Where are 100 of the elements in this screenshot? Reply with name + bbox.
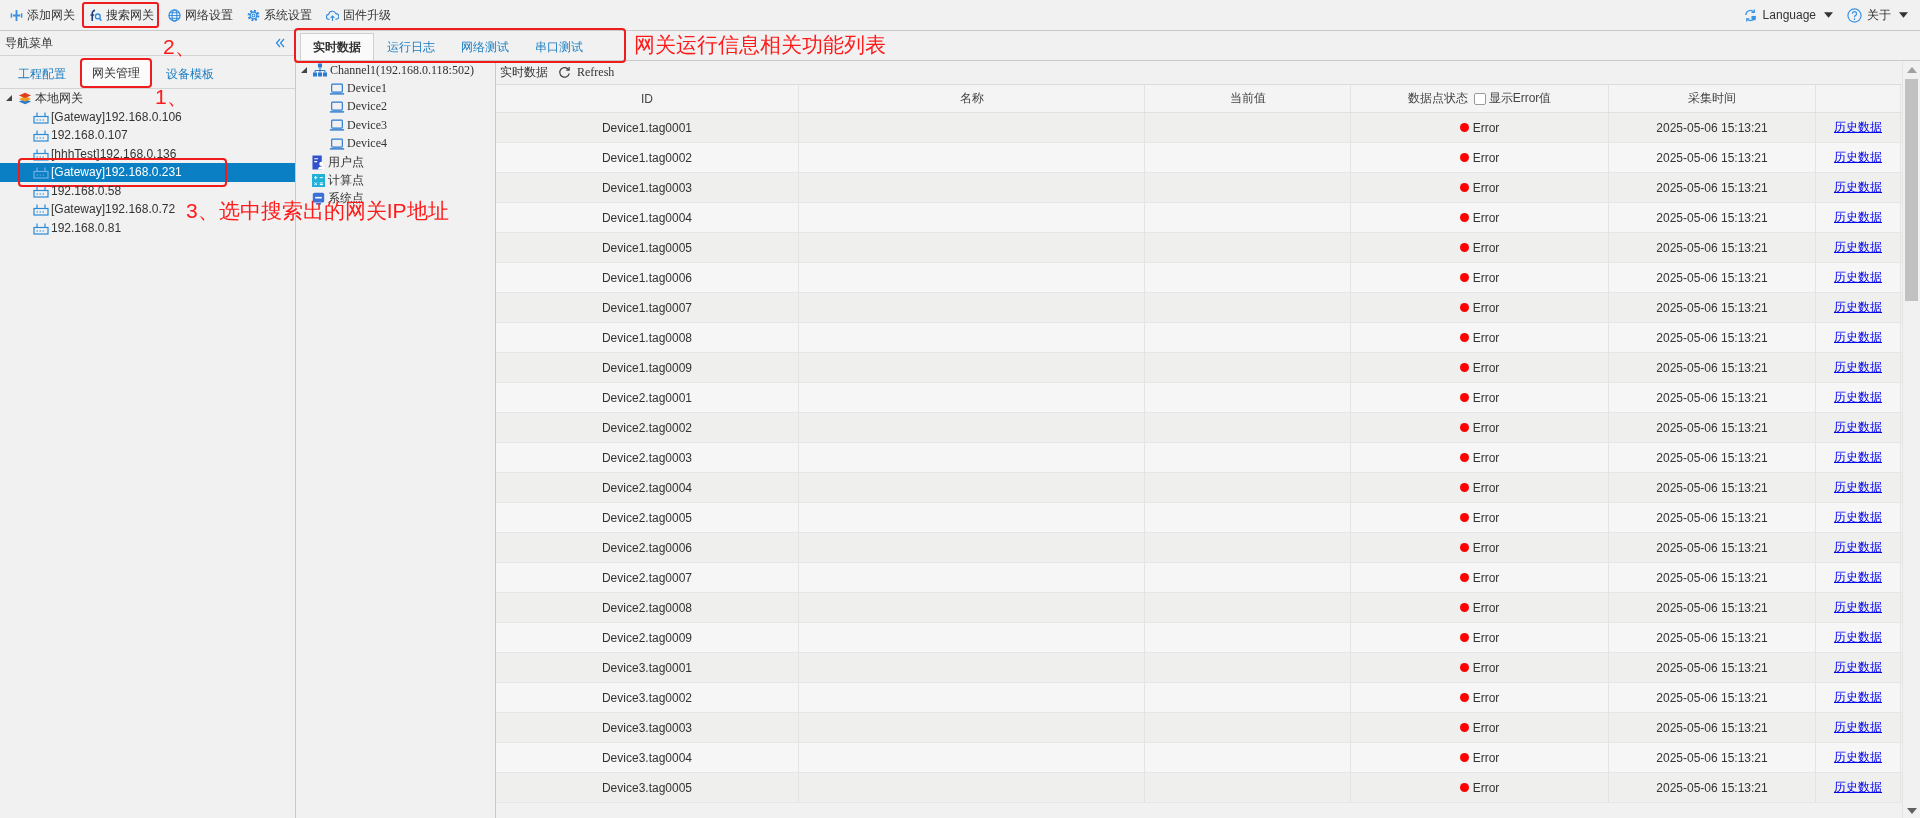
tab[interactable]: 网络测试 — [448, 33, 522, 60]
scroll-up-icon[interactable] — [1906, 67, 1917, 73]
toolbar-button[interactable]: 网络设置 — [161, 2, 238, 28]
history-link[interactable]: 历史数据 — [1834, 239, 1882, 256]
history-link[interactable]: 历史数据 — [1834, 479, 1882, 496]
table-cell: 2025-05-06 15:13:21 — [1609, 713, 1816, 742]
table-cell: 2025-05-06 15:13:21 — [1609, 473, 1816, 502]
toolbar-button[interactable]: 固件升级 — [319, 2, 396, 28]
tree-item[interactable]: 192.168.0.58 — [0, 181, 126, 200]
table-cell: 2025-05-06 15:13:21 — [1609, 233, 1816, 262]
history-link[interactable]: 历史数据 — [1834, 599, 1882, 616]
tree-item[interactable]: [Gateway]192.168.0.72 — [0, 200, 180, 219]
tree-item[interactable]: Device1 — [296, 79, 391, 98]
history-link[interactable]: 历史数据 — [1834, 509, 1882, 526]
table-cell: 2025-05-06 15:13:21 — [1609, 113, 1816, 142]
history-link[interactable]: 历史数据 — [1834, 149, 1882, 166]
tab[interactable]: 串口测试 — [522, 33, 596, 60]
menu-button[interactable]: 关于 — [1841, 3, 1914, 27]
history-link[interactable]: 历史数据 — [1834, 449, 1882, 466]
history-link[interactable]: 历史数据 — [1834, 389, 1882, 406]
toolbar-button[interactable]: 搜索网关 — [82, 2, 159, 28]
table-cell: 2025-05-06 15:13:21 — [1609, 323, 1816, 352]
collapse-icon[interactable] — [275, 38, 285, 48]
history-link[interactable]: 历史数据 — [1834, 779, 1882, 796]
tab[interactable]: 工程配置 — [6, 58, 78, 88]
refresh-button[interactable]: Refresh — [556, 65, 617, 80]
caret-down-icon — [1824, 12, 1833, 18]
tree-item[interactable]: Device3 — [296, 116, 391, 135]
table-cell: Device1.tag0003 — [496, 173, 799, 202]
tree-item[interactable]: 计算点 — [296, 171, 368, 190]
status-text: Error — [1472, 750, 1500, 765]
history-link[interactable]: 历史数据 — [1834, 539, 1882, 556]
history-link[interactable]: 历史数据 — [1834, 419, 1882, 436]
caret-down-icon — [1899, 12, 1908, 18]
table-cell: Device1.tag0009 — [496, 353, 799, 382]
history-link[interactable]: 历史数据 — [1834, 329, 1882, 346]
expand-icon[interactable] — [301, 67, 307, 74]
toolbar-button[interactable]: 系统设置 — [240, 2, 317, 28]
column-header: 当前值 — [1229, 90, 1266, 107]
history-link[interactable]: 历史数据 — [1834, 299, 1882, 316]
table-cell: 2025-05-06 15:13:21 — [1609, 593, 1816, 622]
status-text: Error — [1472, 300, 1500, 315]
history-link[interactable]: 历史数据 — [1834, 749, 1882, 766]
history-link[interactable]: 历史数据 — [1834, 659, 1882, 676]
annotation-text: 1、 — [155, 86, 188, 107]
table-cell: Device2.tag0006 — [496, 533, 799, 562]
tree-item[interactable]: [Gateway]192.168.0.231 — [0, 163, 295, 182]
table-cell: 2025-05-06 15:13:21 — [1609, 143, 1816, 172]
history-link[interactable]: 历史数据 — [1834, 569, 1882, 586]
menu-button[interactable]: Language — [1736, 3, 1839, 27]
column-header: 采集时间 — [1688, 90, 1736, 107]
refresh-icon — [558, 66, 571, 79]
history-link[interactable]: 历史数据 — [1834, 119, 1882, 136]
layers-icon — [17, 91, 33, 106]
scroll-down-icon[interactable] — [1906, 808, 1917, 814]
user-card-icon — [312, 154, 325, 170]
annotation-text: 网关运行信息相关功能列表 — [634, 34, 886, 55]
scrollbar-thumb[interactable] — [1905, 79, 1918, 301]
tab[interactable]: 设备模板 — [154, 58, 226, 88]
table-cell: Device3.tag0001 — [496, 653, 799, 682]
tab[interactable]: 网关管理 — [80, 58, 152, 88]
tab[interactable]: 运行日志 — [374, 33, 448, 60]
tree-item[interactable]: [hhhTest]192.168.0.136 — [0, 144, 181, 163]
help-icon — [1847, 7, 1862, 23]
tree-item[interactable]: 192.168.0.107 — [0, 126, 132, 145]
table-cell: Device1.tag0004 — [496, 203, 799, 232]
table-cell: 2025-05-06 15:13:21 — [1609, 173, 1816, 202]
tree-item[interactable]: [Gateway]192.168.0.106 — [0, 107, 186, 126]
table-cell: 2025-05-06 15:13:21 — [1609, 773, 1816, 802]
history-link[interactable]: 历史数据 — [1834, 689, 1882, 706]
history-link[interactable]: 历史数据 — [1834, 359, 1882, 376]
table-cell: Device2.tag0001 — [496, 383, 799, 412]
laptop-icon — [329, 81, 345, 96]
tree-item[interactable]: 192.168.0.81 — [0, 218, 126, 237]
tree-item[interactable]: 本地网关 — [0, 89, 87, 108]
history-link[interactable]: 历史数据 — [1834, 719, 1882, 736]
tree-item[interactable]: Device2 — [296, 97, 391, 117]
checkbox-label[interactable]: 显示Error值 — [1488, 90, 1552, 107]
table-cell: 2025-05-06 15:13:21 — [1609, 503, 1816, 532]
table-cell: 2025-05-06 15:13:21 — [1609, 353, 1816, 382]
status-text: Error — [1472, 120, 1500, 135]
tree-item[interactable]: 用户点 — [296, 152, 368, 172]
history-link[interactable]: 历史数据 — [1834, 179, 1882, 196]
expand-icon[interactable] — [6, 95, 12, 102]
toolbar-button[interactable]: 添加网关 — [3, 2, 80, 28]
history-link[interactable]: 历史数据 — [1834, 209, 1882, 226]
tab[interactable]: 实时数据 — [300, 33, 374, 60]
table-cell: Device2.tag0007 — [496, 563, 799, 592]
history-link[interactable]: 历史数据 — [1834, 629, 1882, 646]
column-header: 数据点状态 — [1407, 90, 1468, 107]
table-cell: Device3.tag0003 — [496, 713, 799, 742]
column-header: ID — [641, 91, 653, 106]
tree-item[interactable]: Channel1(192.168.0.118:502) — [296, 61, 478, 80]
table-cell: 2025-05-06 15:13:21 — [1609, 383, 1816, 412]
router-icon — [33, 128, 49, 143]
vertical-scrollbar[interactable] — [1902, 61, 1920, 818]
history-link[interactable]: 历史数据 — [1834, 269, 1882, 286]
tree-item[interactable]: Device4 — [296, 134, 391, 153]
checkbox[interactable] — [1473, 92, 1486, 105]
search-icon — [89, 8, 102, 22]
